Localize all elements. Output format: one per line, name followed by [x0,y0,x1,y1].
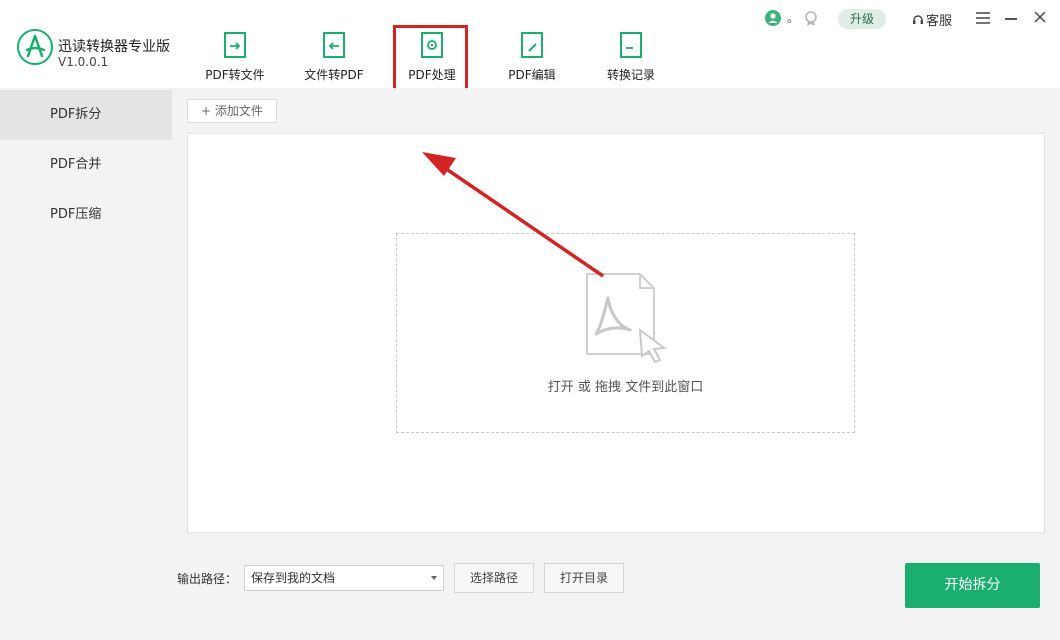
menu-icon[interactable] [976,12,990,24]
pdf-to-file-icon [224,32,246,58]
add-file-label: 添加文件 [214,104,263,118]
headset-icon [913,15,923,24]
sidebar-item-merge[interactable]: PDF合并 [0,140,172,190]
start-split-button[interactable]: 开始拆分 [905,563,1040,608]
nav-label: 转换记录 [606,68,655,82]
nav-label: PDF处理 [408,68,456,82]
pdf-edit-icon [521,32,543,58]
app-name: 迅读转换器专业版 [58,39,170,55]
nav-file-to-pdf[interactable]: 文件转PDF [289,32,379,84]
pdf-file-icon [586,273,667,364]
plus-icon: + [201,104,215,118]
nav-pdf-edit[interactable]: PDF编辑 [487,32,577,84]
close-icon[interactable] [1034,11,1046,23]
app-version: V1.0.0.1 [58,55,109,69]
history-icon [620,32,642,58]
pdf-process-icon [421,32,443,58]
nav-history[interactable]: 转换记录 [586,32,676,84]
user-name: 。 [787,11,800,25]
user-avatar-icon[interactable] [765,10,781,26]
open-directory-button[interactable]: 打开目录 [544,563,624,593]
app-logo-icon [17,29,53,65]
output-path-label: 输出路径： [177,572,238,586]
sidebar-item-split[interactable]: PDF拆分 [0,90,172,140]
minimize-icon[interactable] [1005,18,1017,20]
nav-label: PDF转文件 [205,68,265,82]
chevron-down-icon [431,576,437,580]
output-path-value: 保存到我的文档 [251,571,336,585]
drop-hint-text: 打开 或 拖拽 文件到此窗口 [547,380,704,395]
file-to-pdf-icon [323,32,345,58]
header-bar: 迅读转换器专业版 V1.0.0.1 PDF转文件 文件转PDF PDF处理 PD… [0,0,1060,88]
nav-pdf-to-file[interactable]: PDF转文件 [190,32,280,84]
nav-label: PDF编辑 [508,68,556,82]
service-label: 客服 [926,14,953,29]
sidebar: PDF拆分 PDF合并 PDF压缩 [0,88,172,640]
vip-icon[interactable] [803,10,819,26]
customer-service-button[interactable]: 客服 [912,10,952,29]
choose-path-button[interactable]: 选择路径 [454,563,534,593]
nav-label: 文件转PDF [304,68,364,82]
nav-pdf-process[interactable]: PDF处理 [387,32,477,84]
output-path-select[interactable]: 保存到我的文档 [244,565,444,591]
sidebar-item-compress[interactable]: PDF压缩 [0,190,172,240]
upgrade-button[interactable]: 升级 [838,9,886,29]
add-file-button[interactable]: + 添加文件 [187,99,277,123]
